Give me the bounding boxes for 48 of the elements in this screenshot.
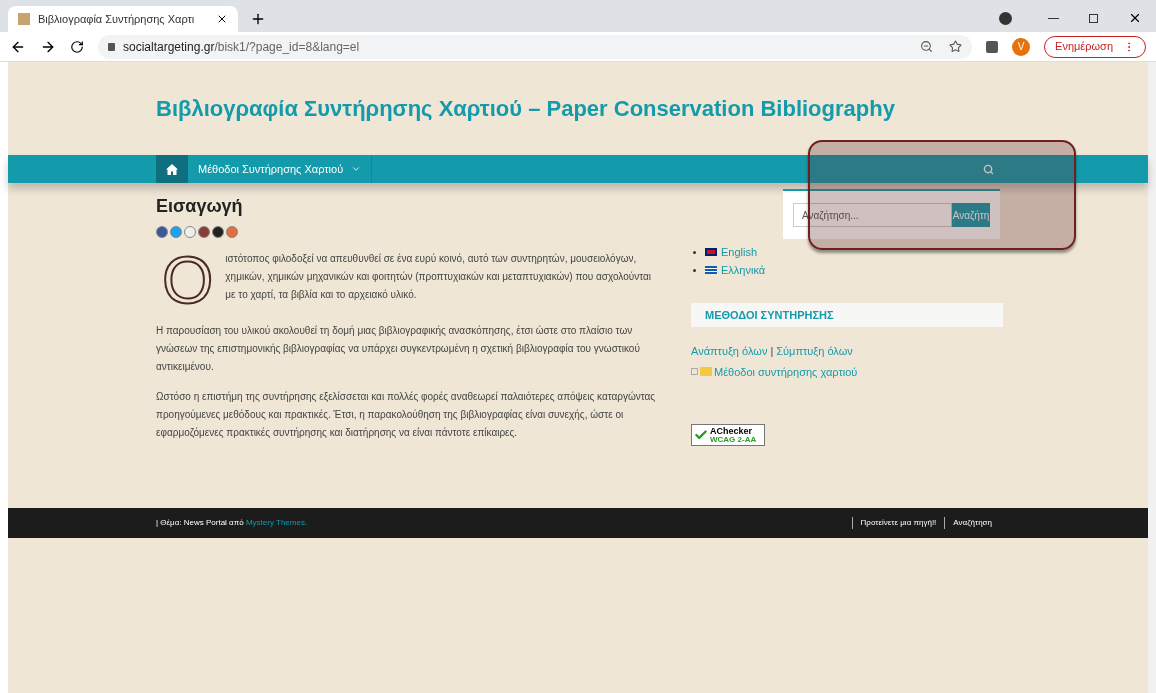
search-icon[interactable]: [983, 163, 994, 175]
profile-avatar[interactable]: V: [1012, 37, 1031, 56]
separator: |: [770, 344, 774, 359]
drop-cap: Ο: [161, 250, 214, 310]
share-icon[interactable]: [156, 226, 168, 238]
accessibility-badge[interactable]: AChecker WCAG 2-AA: [691, 424, 765, 446]
share-icon[interactable]: [198, 226, 210, 238]
article-paragraph: Ωστόσο η επιστήμη της συντήρησης εξελίσσεται και πολλές φορές αναθεωρεί παλαιότερες απόψεις καταργώντας προηγούμενες μεθόδους και πρακτικές. Έτσι, η παρακολούθηση της βιβλιογραφίας είναι συνεχής, ώστε οι εφαρμοζόμενες πρακτικές συντήρησης και διατήρησης να είναι πάντοτε επίκαιρες.: [156, 390, 657, 440]
footer-link[interactable]: Προτείνετε μια πηγή!!: [851, 517, 945, 529]
footer-credit: | Θέμα: News Portal από Mystery Themes.: [156, 517, 308, 529]
share-icon[interactable]: [212, 226, 224, 238]
scrollbar[interactable]: [1148, 62, 1156, 693]
address-bar[interactable]: socialtargeting.gr/bisk1/?page_id=8&lang=el: [98, 34, 973, 59]
tree-item[interactable]: Μέθοδοι συντήρησης χαρτιού: [714, 363, 858, 380]
star-icon[interactable]: [949, 40, 963, 53]
zoom-out-icon[interactable]: [920, 40, 934, 53]
nav-menu-item[interactable]: Μέθοδοι Συντήρησης Χαρτιού: [188, 155, 373, 183]
folder-icon: [700, 367, 712, 377]
flag-icon: [705, 248, 717, 256]
profile-menu-icon[interactable]: [999, 12, 1012, 25]
lead-paragraph: ιστότοπος φιλοδοξεί να απευθυνθεί σε ένα ευρύ κοινό, αυτό των συντηρητών, μουσειολόγων, χημικών, χημικών μηχανικών και φοιτητών (προπτυχιακών και μεταπτυχιακών) που ασχολούνται με το χαρτί, τα βιβλία και το αρχειακό υλικό.: [225, 252, 652, 302]
url-text: socialtargeting.gr/bisk1/?page_id=8&lang=el: [123, 38, 361, 56]
expand-all-link[interactable]: Ανάπτυξη όλων: [691, 343, 768, 360]
badge-subtitle: WCAG 2-AA: [710, 435, 757, 444]
badge-title: AChecker: [710, 426, 754, 436]
language-link[interactable]: English: [721, 243, 758, 261]
site-title[interactable]: Βιβλιογραφία Συντήρησης Χαρτιού – Paper Conservation Bibliography: [156, 92, 1001, 125]
home-tab[interactable]: [156, 155, 188, 183]
favicon-icon: [18, 13, 30, 25]
search-submit-button[interactable]: Αναζήτη: [952, 203, 990, 227]
reload-icon[interactable]: [70, 39, 84, 54]
language-link[interactable]: Ελληνικά: [721, 261, 766, 279]
restore-icon[interactable]: [1089, 14, 1098, 23]
checkmark-icon: [694, 428, 708, 442]
footer-link[interactable]: Αναζήτηση: [944, 517, 1000, 529]
article-paragraph: Η παρουσίαση του υλικού ακολουθεί τη δομή μιας βιβλιογραφικής ανασκόπησης, έτσι ώστε στο πλαίσιο των γνώσεων της επιστημονικής βιβλιογραφίας να υπάρχει συγκεντρωμένη η σχετική βιβλιογραφία του γνωστικού αντικειμένου.: [156, 324, 641, 374]
article-title: Εισαγωγή: [156, 195, 244, 218]
chevron-down-icon: [351, 164, 362, 174]
close-icon[interactable]: [216, 13, 228, 25]
home-icon: [166, 163, 178, 175]
tab-title: Βιβλιογραφία Συντήρησης Χαρτι: [38, 11, 196, 27]
new-tab-icon[interactable]: [250, 11, 266, 27]
browser-tab[interactable]: Βιβλιογραφία Συντήρησης Χαρτι: [8, 6, 238, 32]
widget-title: ΜΕΘΟΔΟΙ ΣΥΝΤΗΡΗΣΗΣ: [705, 307, 834, 323]
collapse-all-link[interactable]: Σύμπτυξη όλων: [776, 343, 853, 360]
flag-icon: [705, 266, 717, 274]
theme-link[interactable]: Mystery Themes.: [245, 518, 308, 527]
close-window-icon[interactable]: [1128, 11, 1142, 25]
